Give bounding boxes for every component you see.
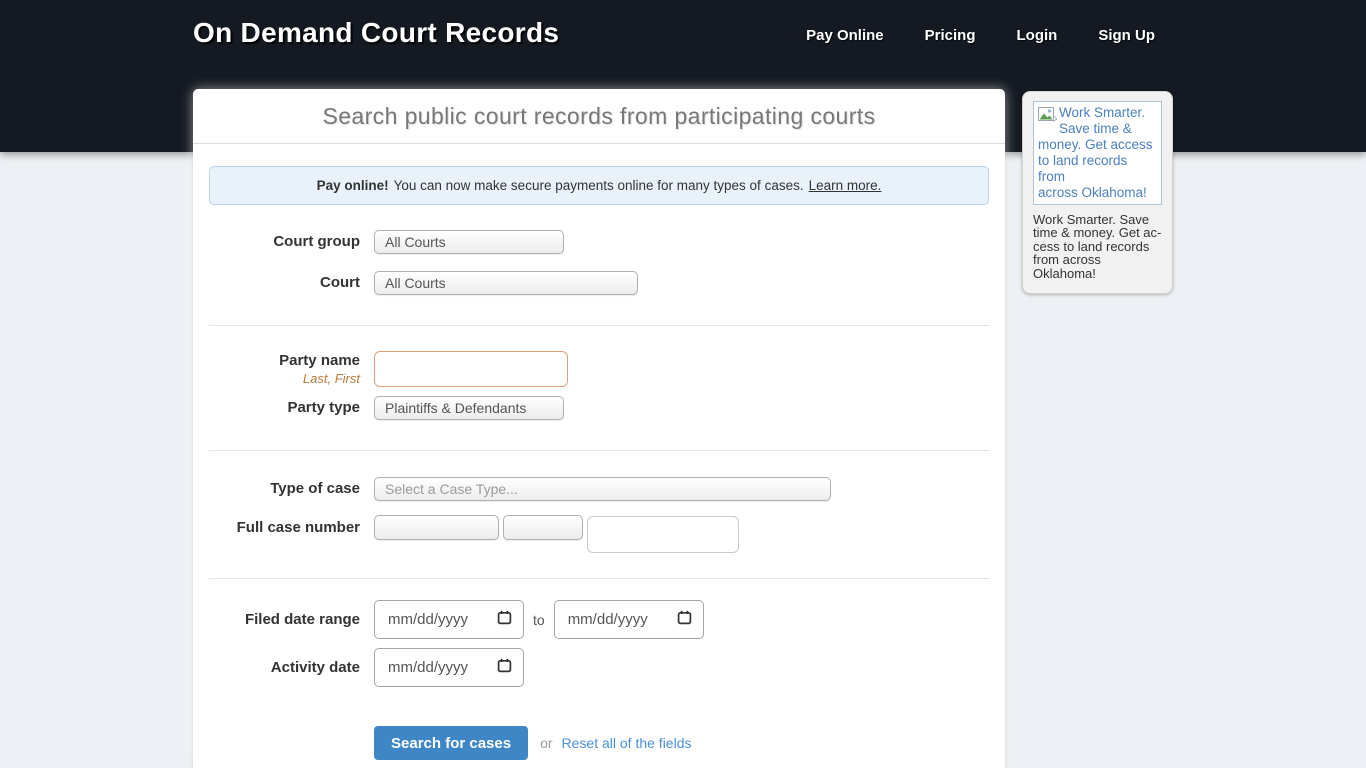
or-text: or xyxy=(540,735,552,751)
case-number-label: Full case number xyxy=(209,515,374,540)
nav-pricing[interactable]: Pricing xyxy=(925,27,976,44)
court-row: Court All Courts xyxy=(209,271,989,295)
party-name-hint: Last, First xyxy=(209,371,360,387)
learn-more-link[interactable]: Learn more. xyxy=(809,178,882,193)
court-group-label: Court group xyxy=(209,233,374,251)
party-type-label: Party type xyxy=(209,399,374,417)
filed-date-row: Filed date range mm/dd/yyyy to mm/dd/yyy… xyxy=(209,600,989,639)
filed-date-from-placeholder: mm/dd/yyyy xyxy=(388,611,468,628)
broken-image-icon xyxy=(1038,107,1057,127)
site-brand[interactable]: On Demand Court Records xyxy=(193,17,559,49)
section-divider xyxy=(209,578,989,579)
search-form: Pay online! You can now make secure paym… xyxy=(193,144,1005,760)
filed-date-label: Filed date range xyxy=(209,611,374,629)
alert-body-text: You can now make secure payments online … xyxy=(394,178,804,193)
party-name-label-text: Party name xyxy=(279,352,360,369)
calendar-icon[interactable] xyxy=(497,658,512,677)
nav-pay-online[interactable]: Pay Online xyxy=(806,27,884,44)
case-number-year-select[interactable] xyxy=(503,515,583,540)
party-name-label: Party name Last, First xyxy=(209,352,374,387)
case-number-prefix-select[interactable] xyxy=(374,515,499,540)
nav-sign-up[interactable]: Sign Up xyxy=(1098,27,1155,44)
case-type-select[interactable]: Select a Case Type... xyxy=(374,477,831,501)
court-group-select[interactable]: All Courts xyxy=(374,230,564,254)
court-label: Court xyxy=(209,274,374,292)
filed-date-to-placeholder: mm/dd/yyyy xyxy=(568,611,648,628)
reset-fields-link[interactable]: Reset all of the fields xyxy=(562,735,692,751)
case-number-row: Full case number xyxy=(209,515,989,553)
date-range-separator: to xyxy=(533,612,545,628)
calendar-icon[interactable] xyxy=(677,610,692,629)
court-select[interactable]: All Courts xyxy=(374,271,638,295)
activity-date-input[interactable]: mm/dd/yyyy xyxy=(374,648,524,687)
sidebar-ad: Work Smarter. Save time & money. Get acc… xyxy=(1022,91,1173,294)
section-divider xyxy=(209,325,989,326)
ad-image-link[interactable]: Work Smarter. Save time & money. Get acc… xyxy=(1033,101,1162,205)
party-name-row: Party name Last, First xyxy=(209,351,989,387)
case-number-input[interactable] xyxy=(587,516,739,553)
search-for-cases-button[interactable]: Search for cases xyxy=(374,726,528,760)
activity-date-row: Activity date mm/dd/yyyy xyxy=(209,648,989,687)
form-actions-row: Search for cases or Reset all of the fie… xyxy=(209,726,989,760)
page-title: Search public court records from partici… xyxy=(323,103,876,130)
nav-login[interactable]: Login xyxy=(1017,27,1058,44)
search-panel: Search public court records from partici… xyxy=(193,89,1005,768)
search-panel-header: Search public court records from partici… xyxy=(193,89,1005,144)
party-name-input[interactable] xyxy=(374,351,568,387)
filed-date-to-input[interactable]: mm/dd/yyyy xyxy=(554,600,704,639)
activity-date-label: Activity date xyxy=(209,659,374,677)
party-type-select[interactable]: Plaintiffs & Defendants xyxy=(374,396,564,420)
case-type-label: Type of case xyxy=(209,480,374,498)
ad-caption: Work Smarter. Save time & money. Get ac-… xyxy=(1033,213,1162,281)
pay-online-alert: Pay online! You can now make secure paym… xyxy=(209,166,989,205)
calendar-icon[interactable] xyxy=(497,610,512,629)
activity-date-placeholder: mm/dd/yyyy xyxy=(388,659,468,676)
alert-lead-text: Pay online! xyxy=(317,178,389,193)
court-group-row: Court group All Courts xyxy=(209,230,989,254)
party-type-row: Party type Plaintiffs & Defendants xyxy=(209,396,989,420)
section-divider xyxy=(209,450,989,451)
filed-date-from-input[interactable]: mm/dd/yyyy xyxy=(374,600,524,639)
main-nav: Pay Online Pricing Login Sign Up xyxy=(806,27,1155,44)
case-type-row: Type of case Select a Case Type... xyxy=(209,477,989,501)
